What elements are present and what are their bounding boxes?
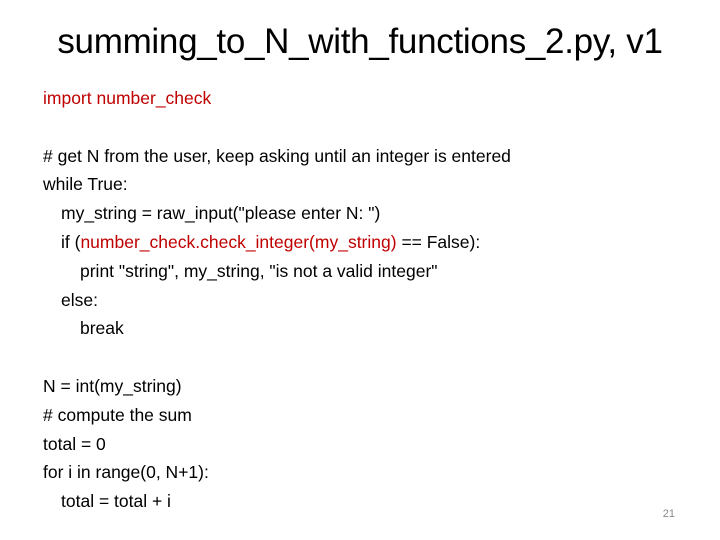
code-check-integer-call: number_check.check_integer(my_string) [80,231,397,252]
page-number: 21 [662,508,675,520]
code-line-accumulate: total = total + i [61,491,171,512]
code-line-raw-input: my_string = raw_input("please enter N: "… [61,203,381,224]
code-line-int-conversion: N = int(my_string) [43,375,182,396]
code-if-keyword: if ( [61,231,81,252]
code-line-if: if (number_check.check_integer(my_string… [43,228,511,257]
code-line-else: else: [61,289,98,310]
code-line-break: break [80,318,124,339]
code-block: import number_check # get N from the use… [43,84,511,516]
code-line-print: print "string", my_string, "is not a val… [80,260,438,281]
code-line-comment-get-n: # get N from the user, keep asking until… [43,145,511,166]
code-line-while: while True: [43,174,128,195]
code-line-comment-sum: # compute the sum [43,404,192,425]
code-if-condition-end: == False): [396,231,481,252]
code-line-import: import number_check [43,88,212,108]
code-line-for: for i in range(0, N+1): [43,462,209,483]
slide-title: summing_to_N_with_functions_2.py, v1 [57,22,663,61]
code-line-total-init: total = 0 [43,433,106,454]
